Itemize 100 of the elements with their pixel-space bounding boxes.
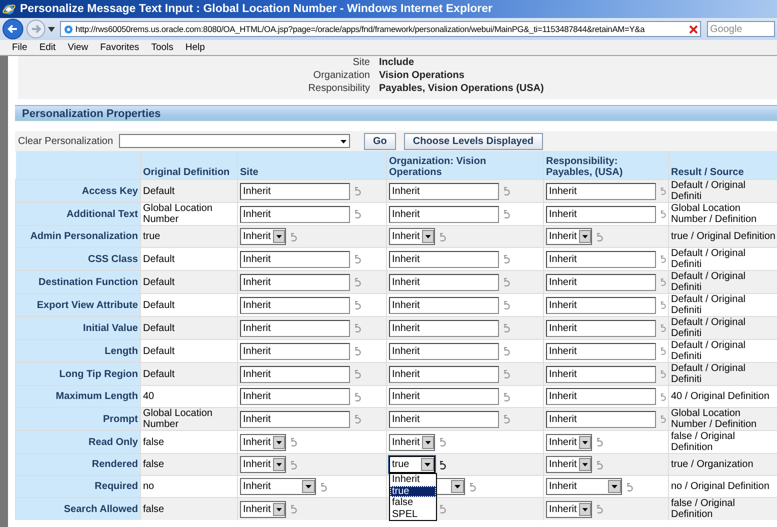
caret-icon[interactable] xyxy=(578,436,591,448)
menu-item[interactable]: Help xyxy=(179,42,211,53)
select-field[interactable]: Inherit xyxy=(546,434,592,450)
input-field[interactable]: Inherit xyxy=(546,342,656,360)
property-label: Admin Personalization xyxy=(16,226,140,248)
input-field[interactable]: Inherit xyxy=(389,320,499,336)
browser-logo-icon xyxy=(2,2,16,16)
input-field[interactable]: Inherit xyxy=(240,274,350,290)
select-field[interactable]: true xyxy=(389,456,435,473)
context-value: Include xyxy=(379,56,416,69)
input-field[interactable]: Inherit xyxy=(240,342,350,360)
caret-icon[interactable] xyxy=(302,480,315,493)
select-field[interactable]: Inherit xyxy=(240,456,286,473)
dropdown-option[interactable]: SPEL xyxy=(390,508,436,520)
input-field[interactable]: Inherit xyxy=(389,342,499,360)
action-button[interactable]: Choose Levels Displayed xyxy=(404,132,542,150)
caret-icon[interactable] xyxy=(272,436,285,448)
caret-icon[interactable] xyxy=(421,458,434,471)
column-header: Organization: Vision Operations xyxy=(386,151,544,180)
select-field[interactable]: Inherit xyxy=(546,456,592,473)
caret-icon[interactable] xyxy=(578,230,591,243)
input-field[interactable]: Inherit xyxy=(389,274,499,290)
input-field[interactable]: Inherit xyxy=(240,296,350,314)
back-icon[interactable] xyxy=(2,18,24,40)
table-cell: true / Original Definition xyxy=(668,226,777,248)
select-field[interactable]: Inherit xyxy=(240,434,286,450)
window-title: Personalize Message Text Input : Global Location Number - Windows Internet Explorer xyxy=(20,3,493,15)
property-label: Prompt xyxy=(16,408,140,430)
context-value: Vision Operations xyxy=(379,69,466,82)
table-cell: Default xyxy=(140,362,238,386)
input-field[interactable]: Inherit xyxy=(240,320,350,336)
caret-icon[interactable] xyxy=(272,230,285,243)
input-field[interactable]: Inherit xyxy=(546,182,656,200)
dropdown-option[interactable]: Inherit xyxy=(390,474,436,486)
caret-icon[interactable] xyxy=(272,502,285,516)
select-field[interactable]: Inherit xyxy=(240,228,286,245)
property-label: Long Tip Region xyxy=(16,362,140,386)
input-field[interactable]: Inherit xyxy=(389,388,499,405)
menu-item[interactable]: View xyxy=(62,42,94,53)
input-field[interactable]: Inherit xyxy=(546,320,656,336)
select-field[interactable]: Inherit xyxy=(546,478,622,495)
table-cell: false xyxy=(140,454,238,476)
input-field[interactable]: Inherit xyxy=(389,296,499,314)
input-field[interactable]: Inherit xyxy=(546,206,656,222)
menu-item[interactable]: Edit xyxy=(33,42,62,53)
search-field[interactable]: Google xyxy=(707,21,775,37)
select-field[interactable]: Inherit xyxy=(240,478,316,495)
input-field[interactable]: Inherit xyxy=(389,206,499,222)
caret-icon[interactable] xyxy=(422,230,434,243)
page-icon xyxy=(62,24,74,34)
menu-item[interactable]: Tools xyxy=(145,42,180,53)
caret-icon[interactable] xyxy=(451,480,464,493)
input-field[interactable]: Inherit xyxy=(240,366,350,382)
caret-icon[interactable] xyxy=(272,458,285,471)
input-field[interactable]: Inherit xyxy=(546,366,656,382)
section-title: Personalization Properties xyxy=(22,108,161,120)
select-field[interactable]: Inherit xyxy=(389,434,435,450)
input-field[interactable]: Inherit xyxy=(546,274,656,290)
table-cell: false / Original Definition xyxy=(668,498,777,520)
dropdown-option[interactable]: true xyxy=(390,486,436,497)
menu-item[interactable]: Favorites xyxy=(94,42,146,53)
input-field[interactable]: Inherit xyxy=(240,182,350,200)
input-field[interactable]: Inherit xyxy=(546,250,656,268)
caret-icon[interactable] xyxy=(578,502,591,516)
reset-icon[interactable] xyxy=(439,460,446,470)
input-field[interactable]: Inherit xyxy=(389,366,499,382)
select-field[interactable]: Inherit xyxy=(240,500,286,518)
input-field[interactable]: Inherit xyxy=(240,410,350,428)
close-icon[interactable] xyxy=(689,24,698,34)
context-value: Payables, Vision Operations (USA) xyxy=(379,82,545,95)
dropdown-option[interactable]: false xyxy=(390,497,436,508)
input-field[interactable]: Inherit xyxy=(240,250,350,268)
input-field[interactable]: Inherit xyxy=(389,182,499,200)
caret-icon[interactable] xyxy=(608,480,621,493)
caret-icon[interactable] xyxy=(578,458,591,471)
table-cell: Default / Original Definiti xyxy=(668,180,777,202)
address-field[interactable]: http://rws60050rems.us.oracle.com:8080/OA_HTML/OA.jsp?page=/oracle/apps/fnd/framework/personalization/webui/MainPG&_ti=1153487844&retainAM=Y&a xyxy=(60,21,701,37)
input-field[interactable]: Inherit xyxy=(546,410,656,428)
select-field[interactable]: Inherit xyxy=(546,500,592,518)
input-field[interactable]: Inherit xyxy=(546,388,656,405)
property-label: CSS Class xyxy=(16,248,140,270)
input-field[interactable]: Inherit xyxy=(389,410,499,428)
input-field[interactable]: Inherit xyxy=(240,388,350,405)
table-cell: Default xyxy=(140,180,238,202)
property-label: Additional Text xyxy=(16,202,140,226)
select-field[interactable]: Inherit xyxy=(546,228,592,245)
input-field[interactable]: Inherit xyxy=(240,206,350,222)
select-field[interactable]: Inherit xyxy=(389,228,435,245)
select-field[interactable] xyxy=(119,134,350,148)
table-cell: Default xyxy=(140,316,238,340)
caret-icon[interactable] xyxy=(48,26,54,32)
table-cell: Default / Original Definiti xyxy=(668,270,777,294)
context-label: Site xyxy=(352,56,370,69)
property-label: Access Key xyxy=(16,180,140,202)
caret-icon[interactable] xyxy=(422,436,434,448)
menu-item[interactable]: File xyxy=(6,42,34,53)
input-field[interactable]: Inherit xyxy=(546,296,656,314)
input-field[interactable]: Inherit xyxy=(389,250,499,268)
property-label: Initial Value xyxy=(16,316,140,340)
action-button[interactable]: Go xyxy=(364,132,396,150)
